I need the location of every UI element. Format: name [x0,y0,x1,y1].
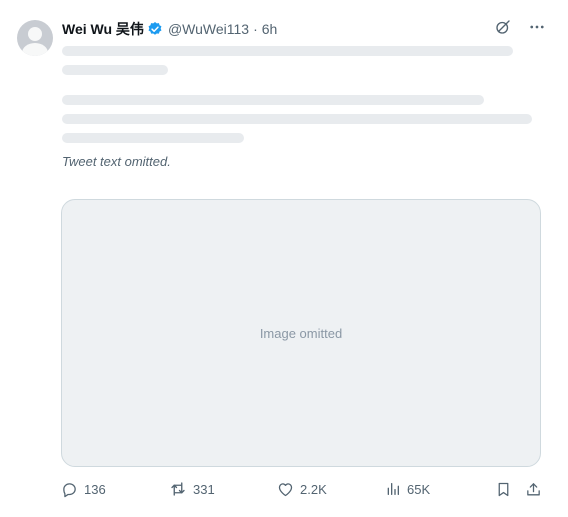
retweet-button[interactable]: 331 [169,478,215,500]
author-handle[interactable]: @WuWei113 [168,21,249,37]
image-placeholder-label: Image omitted [259,325,343,341]
avatar[interactable] [17,20,53,56]
bookmark-button[interactable] [495,478,512,500]
timestamp[interactable]: 6h [262,21,278,37]
author-name[interactable]: Wei Wu 吴伟 [62,19,144,39]
separator-dot: · [253,21,258,37]
text-placeholder [62,46,514,56]
retweet-count: 331 [193,481,215,497]
text-placeholder [62,114,533,124]
tweet-actions: 136 331 2.2K 65K [55,478,550,500]
share-icon [525,481,542,498]
text-placeholder [62,65,168,75]
text-omitted-notice: Tweet text omitted. [62,154,171,169]
views-icon [385,481,401,497]
retweet-icon [169,480,187,498]
text-placeholder [62,133,245,143]
text-placeholder [62,95,485,105]
like-icon [277,481,294,498]
grok-icon[interactable] [494,18,512,41]
views-count: 65K [407,481,431,497]
like-button[interactable]: 2.2K [277,478,327,500]
verified-badge-icon [147,21,163,37]
like-count: 2.2K [300,481,327,497]
tweet-header: Wei Wu 吴伟 @WuWei113 · 6h [62,20,277,38]
reply-button[interactable]: 136 [61,478,106,500]
more-icon[interactable] [528,18,546,41]
reply-count: 136 [84,481,106,497]
share-button[interactable] [525,478,542,500]
bookmark-icon [495,481,512,498]
reply-icon [61,481,78,498]
views-button[interactable]: 65K [385,478,430,500]
tweet-text: Tweet text omitted. [62,41,542,171]
tweet: Wei Wu 吴伟 @WuWei113 · 6h Tweet text omit… [0,0,568,517]
tweet-image[interactable]: Image omitted [61,199,541,467]
tweet-top-actions [494,18,546,41]
